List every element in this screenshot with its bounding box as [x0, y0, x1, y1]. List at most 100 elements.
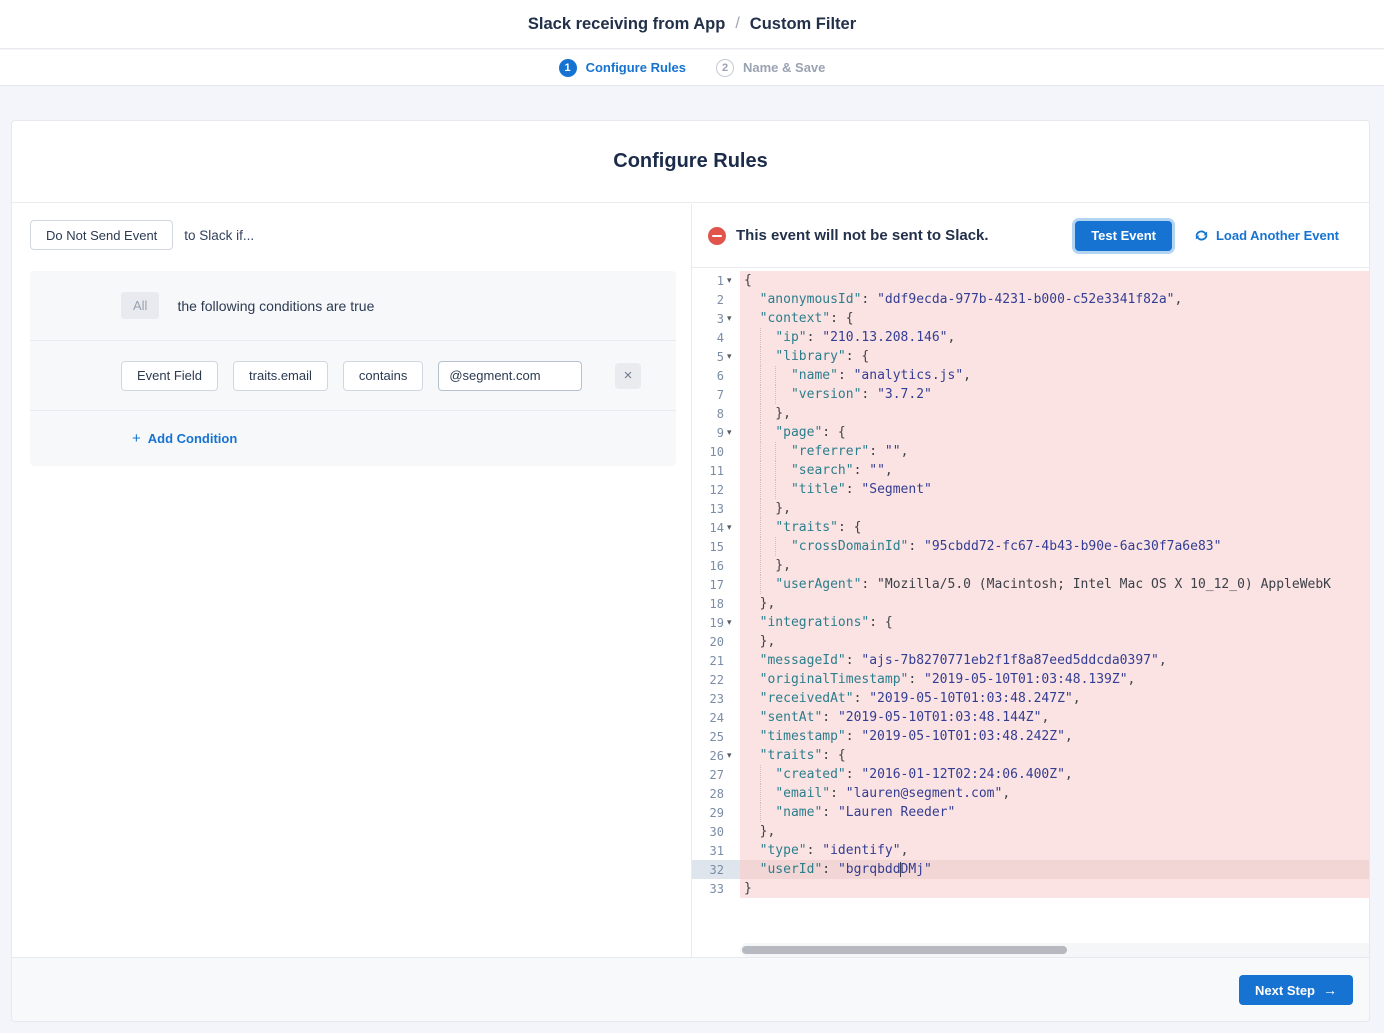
indent-guide — [760, 366, 761, 385]
group-operator-row: All the following conditions are true — [30, 271, 676, 341]
code-line[interactable]: "traits": { — [740, 518, 1369, 537]
horizontal-scrollbar — [740, 943, 1369, 957]
horizontal-scrollbar-thumb[interactable] — [742, 946, 1067, 954]
code-line[interactable]: }, — [740, 499, 1369, 518]
code-line[interactable]: "userAgent": "Mozilla/5.0 (Macintosh; In… — [740, 575, 1369, 594]
operator-all-badge[interactable]: All — [121, 292, 159, 319]
code-line[interactable]: }, — [740, 594, 1369, 613]
code-line[interactable]: "messageId": "ajs-7b8270771eb2f1f8a87eed… — [740, 651, 1369, 670]
gutter-line: 7 — [692, 385, 740, 404]
gutter-line: 4 — [692, 328, 740, 347]
line-number: 30 — [692, 825, 727, 839]
code-line[interactable]: }, — [740, 632, 1369, 651]
line-number: 24 — [692, 711, 727, 725]
load-another-event-label: Load Another Event — [1216, 228, 1339, 243]
condition-field-button[interactable]: traits.email — [233, 361, 328, 391]
line-number: 8 — [692, 407, 727, 421]
indent-guide — [760, 499, 761, 518]
code-line[interactable]: "sentAt": "2019-05-10T01:03:48.144Z", — [740, 708, 1369, 727]
gutter-line: 20 — [692, 632, 740, 651]
line-number: 15 — [692, 540, 727, 554]
code-line[interactable]: "crossDomainId": "95cbdd72-fc67-4b43-b90… — [740, 537, 1369, 556]
indent-guide — [760, 461, 761, 480]
fold-arrow-icon[interactable]: ▾ — [727, 271, 740, 290]
add-condition-button[interactable]: + Add Condition — [132, 430, 237, 447]
gutter-line: 26▾ — [692, 746, 740, 765]
line-number: 21 — [692, 654, 727, 668]
code-line[interactable]: "name": "Lauren Reeder" — [740, 803, 1369, 822]
line-number: 10 — [692, 445, 727, 459]
code-line[interactable]: "originalTimestamp": "2019-05-10T01:03:4… — [740, 670, 1369, 689]
line-number: 12 — [692, 483, 727, 497]
line-number: 31 — [692, 844, 727, 858]
line-number: 11 — [692, 464, 727, 478]
next-step-button[interactable]: Next Step → — [1239, 975, 1353, 1005]
code-line[interactable]: "title": "Segment" — [740, 480, 1369, 499]
indent-guide — [760, 518, 761, 537]
gutter-line: 30 — [692, 822, 740, 841]
fold-arrow-icon[interactable]: ▾ — [727, 347, 740, 366]
breadcrumb-separator: / — [735, 15, 739, 33]
code-line[interactable]: { — [740, 271, 1369, 290]
card-footer: Next Step → — [12, 957, 1369, 1021]
step-1-label: Configure Rules — [586, 60, 686, 75]
steps-bar: 1 Configure Rules 2 Name & Save — [0, 50, 1384, 86]
test-event-button[interactable]: Test Event — [1075, 221, 1172, 251]
code-line[interactable]: } — [740, 879, 1369, 898]
code-line[interactable]: "library": { — [740, 347, 1369, 366]
code-line[interactable]: "timestamp": "2019-05-10T01:03:48.242Z", — [740, 727, 1369, 746]
do-not-send-event-button[interactable]: Do Not Send Event — [30, 220, 173, 250]
condition-type-button[interactable]: Event Field — [121, 361, 218, 391]
condition-operator-button[interactable]: contains — [343, 361, 423, 391]
step-name-and-save[interactable]: 2 Name & Save — [716, 59, 825, 77]
gutter-line: 10 — [692, 442, 740, 461]
indent-guide — [775, 366, 776, 385]
gutter-line: 28 — [692, 784, 740, 803]
code-line[interactable]: "search": "", — [740, 461, 1369, 480]
code-line[interactable]: "integrations": { — [740, 613, 1369, 632]
json-editor[interactable]: 1▾23▾45▾6789▾1011121314▾1516171819▾20212… — [692, 269, 1369, 957]
line-number: 32 — [692, 863, 727, 877]
fold-arrow-icon[interactable]: ▾ — [727, 518, 740, 537]
code-line[interactable]: "version": "3.7.2" — [740, 385, 1369, 404]
code-line[interactable]: "traits": { — [740, 746, 1369, 765]
code-line[interactable]: "userId": "bgrqbddDMj" — [740, 860, 1369, 879]
action-suffix-label: to Slack if... — [184, 228, 254, 243]
code-line[interactable]: "context": { — [740, 309, 1369, 328]
refresh-icon — [1194, 228, 1209, 243]
code-line[interactable]: }, — [740, 822, 1369, 841]
gutter-line: 1▾ — [692, 271, 740, 290]
code-line[interactable]: }, — [740, 556, 1369, 575]
code-line[interactable]: "page": { — [740, 423, 1369, 442]
fold-arrow-icon[interactable]: ▾ — [727, 309, 740, 328]
title-bar: Slack receiving from App / Custom Filter — [0, 0, 1384, 49]
load-another-event-button[interactable]: Load Another Event — [1194, 228, 1339, 243]
breadcrumb-primary: Slack receiving from App — [528, 15, 725, 34]
indent-guide — [760, 765, 761, 784]
code-line[interactable]: "type": "identify", — [740, 841, 1369, 860]
step-configure-rules[interactable]: 1 Configure Rules — [559, 59, 686, 77]
line-number: 17 — [692, 578, 727, 592]
indent-guide — [760, 537, 761, 556]
code-line[interactable]: "created": "2016-01-12T02:24:06.400Z", — [740, 765, 1369, 784]
line-number: 20 — [692, 635, 727, 649]
remove-condition-button[interactable]: × — [615, 363, 641, 389]
code-line[interactable]: "ip": "210.13.208.146", — [740, 328, 1369, 347]
line-number: 26 — [692, 749, 727, 763]
code-line[interactable]: "name": "analytics.js", — [740, 366, 1369, 385]
line-number: 29 — [692, 806, 727, 820]
text-cursor — [900, 862, 901, 877]
code-line[interactable]: "referrer": "", — [740, 442, 1369, 461]
line-number: 33 — [692, 882, 727, 896]
line-number: 1 — [692, 274, 727, 288]
fold-arrow-icon[interactable]: ▾ — [727, 613, 740, 632]
code-line[interactable]: "anonymousId": "ddf9ecda-977b-4231-b000-… — [740, 290, 1369, 309]
fold-arrow-icon[interactable]: ▾ — [727, 746, 740, 765]
fold-arrow-icon[interactable]: ▾ — [727, 423, 740, 442]
code-line[interactable]: "receivedAt": "2019-05-10T01:03:48.247Z"… — [740, 689, 1369, 708]
code-line[interactable]: "email": "lauren@segment.com", — [740, 784, 1369, 803]
indent-guide — [760, 803, 761, 822]
gutter-line: 13 — [692, 499, 740, 518]
code-line[interactable]: }, — [740, 404, 1369, 423]
condition-value-input[interactable] — [438, 361, 582, 391]
